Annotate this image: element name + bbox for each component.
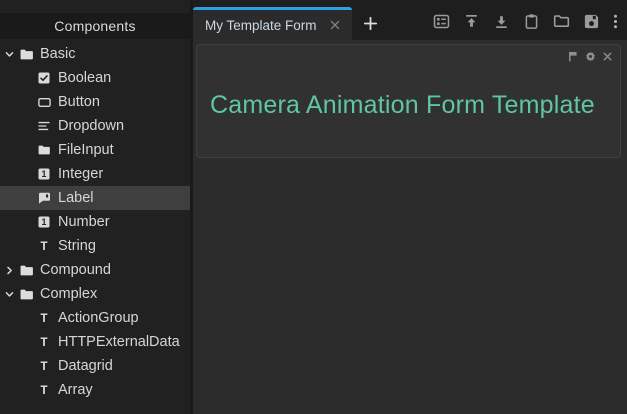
main-area: My Template Form Camera Animation Form T… [193, 0, 627, 414]
flag-icon [568, 51, 578, 62]
letter-t-icon: T [37, 384, 51, 396]
save-icon [583, 13, 600, 30]
svg-text:T: T [40, 313, 47, 324]
sidebar-item-string[interactable]: T String [0, 234, 190, 258]
checkbox-icon [37, 72, 51, 84]
sidebar-item-boolean[interactable]: Boolean [0, 66, 190, 90]
sidebar-item-label: Button [58, 94, 100, 110]
tab-bar: My Template Form [193, 0, 627, 40]
plus-icon [363, 16, 378, 31]
letter-t-icon: T [37, 240, 51, 252]
sidebar-item-button[interactable]: Button [0, 90, 190, 114]
letter-t-icon: T [37, 336, 51, 348]
chevron-down-icon[interactable] [4, 290, 14, 299]
sidebar-item-label: Dropdown [58, 118, 124, 134]
form-canvas[interactable]: Camera Animation Form Template [193, 40, 627, 414]
sidebar-item-httpexternaldata[interactable]: T HTTPExternalData [0, 330, 190, 354]
svg-text:T: T [40, 337, 47, 348]
sidebar-item-fileinput[interactable]: FileInput [0, 138, 190, 162]
sidebar-item-label: Basic [40, 46, 75, 62]
upload-button[interactable] [463, 13, 480, 30]
tab-close-icon[interactable] [330, 20, 340, 30]
clipboard-button[interactable] [523, 13, 540, 30]
layout-icon [433, 13, 450, 30]
components-tree: Basic Boolean Button Dropdown FileInput 1 Inte… [0, 39, 190, 414]
components-sidebar: Components Basic Boolean Button Dropdown Fil… [0, 0, 190, 414]
widget-controls [568, 51, 612, 62]
download-button[interactable] [493, 13, 510, 30]
sidebar-item-label: Complex [40, 286, 97, 302]
sidebar-item-label: Label [58, 190, 93, 206]
label-widget-card[interactable]: Camera Animation Form Template [196, 44, 621, 158]
label-bubble-icon [37, 192, 51, 204]
sidebar-item-label: String [58, 238, 96, 254]
folder-icon [19, 289, 33, 300]
sidebar-item-label: ActionGroup [58, 310, 139, 326]
app-window: Components Basic Boolean Button Dropdown Fil… [0, 0, 627, 414]
sidebar-item-label[interactable]: Label [0, 186, 190, 210]
svg-text:1: 1 [41, 169, 46, 179]
sidebar-item-dropdown[interactable]: Dropdown [0, 114, 190, 138]
sidebar-item-label: Boolean [58, 70, 111, 86]
sidebar-item-datagrid[interactable]: T Datagrid [0, 354, 190, 378]
sidebar-item-complex[interactable]: Complex [0, 282, 190, 306]
sidebar-item-integer[interactable]: 1 Integer [0, 162, 190, 186]
number-1-icon: 1 [37, 168, 51, 180]
svg-text:T: T [40, 241, 47, 252]
sidebar-item-label: Array [58, 382, 93, 398]
widget-flag-button[interactable] [568, 51, 578, 62]
letter-t-icon: T [37, 312, 51, 324]
widget-gear-button[interactable] [585, 51, 596, 62]
chevron-down-icon[interactable] [4, 50, 14, 59]
sidebar-item-label: Number [58, 214, 110, 230]
sidebar-item-basic[interactable]: Basic [0, 42, 190, 66]
sidebar-item-label: Integer [58, 166, 103, 182]
letter-t-icon: T [37, 360, 51, 372]
svg-text:1: 1 [41, 217, 46, 227]
sidebar-header: Components [0, 13, 190, 39]
sidebar-item-number[interactable]: 1 Number [0, 210, 190, 234]
folder-small-icon [37, 145, 51, 155]
tab-my-template-form[interactable]: My Template Form [193, 7, 352, 40]
svg-text:T: T [40, 361, 47, 372]
gear-icon [585, 51, 596, 62]
sidebar-item-actiongroup[interactable]: T ActionGroup [0, 306, 190, 330]
sidebar-item-array[interactable]: T Array [0, 378, 190, 402]
layout-button[interactable] [433, 13, 450, 30]
folder-button[interactable] [553, 13, 570, 30]
save-button[interactable] [583, 13, 600, 30]
sidebar-item-label: HTTPExternalData [58, 334, 180, 350]
folder-icon [19, 49, 33, 60]
kebab-menu-button[interactable] [613, 13, 618, 30]
number-1-icon: 1 [37, 216, 51, 228]
folder-icon [19, 265, 33, 276]
svg-text:T: T [40, 385, 47, 396]
close-icon [603, 52, 612, 61]
add-tab-button[interactable] [363, 16, 378, 31]
sidebar-item-label: Datagrid [58, 358, 113, 374]
tab-label: My Template Form [205, 18, 317, 33]
kebab-menu-icon [613, 13, 618, 30]
widget-close-button[interactable] [603, 52, 612, 61]
sidebar-item-label: FileInput [58, 142, 114, 158]
folder-icon [553, 13, 570, 30]
sidebar-title: Components [54, 18, 135, 34]
upload-icon [463, 13, 480, 30]
toolbar [433, 13, 627, 30]
clipboard-icon [523, 13, 540, 30]
download-icon [493, 13, 510, 30]
chevron-right-icon[interactable] [4, 266, 14, 275]
widget-title: Camera Animation Form Template [210, 91, 595, 120]
sidebar-item-compound[interactable]: Compound [0, 258, 190, 282]
button-icon [37, 98, 51, 107]
sidebar-item-label: Compound [40, 262, 111, 278]
dropdown-icon [37, 121, 51, 131]
